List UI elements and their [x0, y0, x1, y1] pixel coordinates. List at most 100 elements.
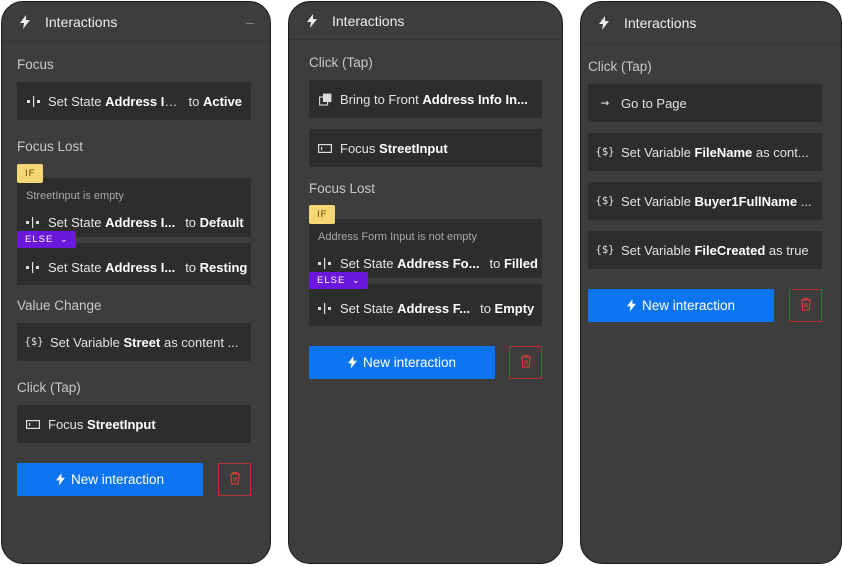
action-rest: as cont... [755, 144, 809, 160]
action-target: Address Info In... [422, 91, 528, 107]
action-rest: as true [768, 242, 809, 258]
new-interaction-label: New interaction [70, 472, 165, 487]
action-prefix: Set Variable [50, 334, 120, 350]
variable-icon: {$} [595, 195, 615, 207]
set-state-icon [26, 261, 40, 273]
lightning-bolt-icon [307, 13, 323, 28]
chevron-down-icon: ⌄ [351, 275, 361, 285]
delete-button[interactable] [789, 289, 822, 322]
variable-icon: {$} [595, 244, 615, 256]
bring-to-front-icon [318, 93, 332, 106]
else-set-state[interactable]: Set State Address I... to Resting [17, 243, 251, 285]
action-set-state-focus[interactable]: Set State Address In... to Active [17, 82, 251, 120]
set-state-icon [26, 216, 40, 228]
action-prefix: Set State [340, 255, 394, 271]
footer-row: New interaction [588, 289, 822, 322]
new-interaction-button[interactable]: New interaction [588, 289, 774, 322]
action-focus[interactable]: Focus StreetInput [309, 129, 542, 167]
action-bring-to-front[interactable]: Bring to Front Address Info In... [309, 80, 542, 118]
if-box[interactable]: StreetInput is empty Set State Address I… [17, 178, 251, 237]
new-interaction-label: New interaction [362, 355, 457, 370]
lightning-bolt-icon [347, 356, 357, 369]
action-target: Address In... [105, 93, 183, 109]
action-to: to [489, 255, 501, 271]
action-prefix: Set Variable [621, 242, 691, 258]
new-interaction-label: New interaction [641, 298, 736, 313]
if-box[interactable]: Address Form Input is not empty Set Stat… [309, 219, 542, 278]
section-label-focus-lost: Focus Lost [309, 181, 376, 196]
action-target: Address I... [105, 259, 176, 275]
new-interaction-button[interactable]: New interaction [309, 346, 495, 379]
panel-title: Interactions [332, 12, 405, 29]
delete-button[interactable] [509, 346, 542, 379]
delete-button[interactable] [218, 463, 251, 496]
if-condition: StreetInput is empty [26, 190, 124, 202]
panel-header: Interactions [289, 2, 562, 40]
action-target: Address I... [105, 214, 176, 230]
action-focus[interactable]: Focus StreetInput [17, 405, 251, 443]
action-prefix: Focus [340, 140, 376, 156]
else-label: ELSE [25, 234, 54, 245]
arrow-right-icon: → [600, 95, 610, 111]
action-state: Default [199, 214, 244, 230]
if-badge[interactable]: IF [309, 205, 336, 224]
action-prefix: Focus [48, 416, 84, 432]
action-set-variable-1[interactable]: {$} Set Variable FileName as cont... [588, 133, 822, 171]
collapse-icon[interactable]: – [246, 14, 254, 30]
section-label-focus-lost: Focus Lost [17, 139, 84, 154]
action-to: to [185, 214, 197, 230]
panel-header: Interactions [581, 2, 841, 44]
action-prefix: Set State [48, 214, 102, 230]
set-state-icon [26, 95, 40, 107]
action-to: to [188, 93, 200, 109]
action-prefix: Set Variable [621, 144, 691, 160]
panel-title: Interactions [624, 14, 697, 31]
interactions-panel-3: Interactions Click (Tap) → Go to Page {$… [580, 1, 842, 564]
trash-icon [800, 297, 812, 314]
action-state: Empty [494, 300, 535, 316]
interactions-panel-2: Interactions Click (Tap) Bring to Front … [288, 1, 563, 564]
action-set-variable-3[interactable]: {$} Set Variable FileCreated as true [588, 231, 822, 269]
action-rest: ... [800, 193, 812, 209]
input-field-icon [26, 419, 40, 429]
trash-icon [229, 471, 241, 488]
action-to: to [185, 259, 197, 275]
else-set-state[interactable]: Set State Address F... to Empty [309, 284, 542, 326]
condition-block: IF Address Form Input is not empty Set S… [309, 205, 542, 326]
set-state-icon [318, 257, 332, 269]
action-target: StreetInput [87, 416, 156, 432]
action-prefix: Set State [340, 300, 394, 316]
trash-icon [520, 354, 532, 371]
panel-title: Interactions [45, 13, 118, 30]
variable-icon: {$} [595, 146, 615, 158]
section-label-click: Click (Tap) [309, 55, 373, 70]
action-set-variable-2[interactable]: {$} Set Variable Buyer1FullName ... [588, 182, 822, 220]
action-go-to-page[interactable]: → Go to Page [588, 84, 822, 122]
action-state: Active [202, 93, 242, 109]
lightning-bolt-icon [20, 14, 36, 29]
action-set-variable[interactable]: {$} Set Variable Street as content ... [17, 323, 251, 361]
action-target: Address Fo... [397, 255, 480, 271]
else-badge[interactable]: ELSE ⌄ [17, 231, 77, 248]
action-prefix: Set State [48, 93, 102, 109]
section-label-click: Click (Tap) [588, 59, 652, 74]
else-badge[interactable]: ELSE ⌄ [309, 272, 369, 289]
variable-name: FileName [694, 144, 753, 160]
lightning-bolt-icon [599, 15, 615, 30]
section-label-value-change: Value Change [17, 298, 102, 313]
new-interaction-button[interactable]: New interaction [17, 463, 203, 496]
action-rest: as content ... [163, 334, 239, 350]
action-target: Address F... [397, 300, 471, 316]
variable-name: Buyer1FullName [694, 193, 798, 209]
footer-row: New interaction [17, 463, 251, 496]
variable-name: FileCreated [694, 242, 766, 258]
if-badge[interactable]: IF [17, 164, 44, 183]
action-label: Go to Page [621, 95, 687, 111]
action-prefix: Set State [48, 259, 102, 275]
action-to: to [480, 300, 491, 316]
action-prefix: Set Variable [621, 193, 691, 209]
section-label-click: Click (Tap) [17, 380, 81, 395]
if-condition: Address Form Input is not empty [318, 231, 477, 243]
lightning-bolt-icon [55, 473, 65, 486]
lightning-bolt-icon [626, 299, 636, 312]
